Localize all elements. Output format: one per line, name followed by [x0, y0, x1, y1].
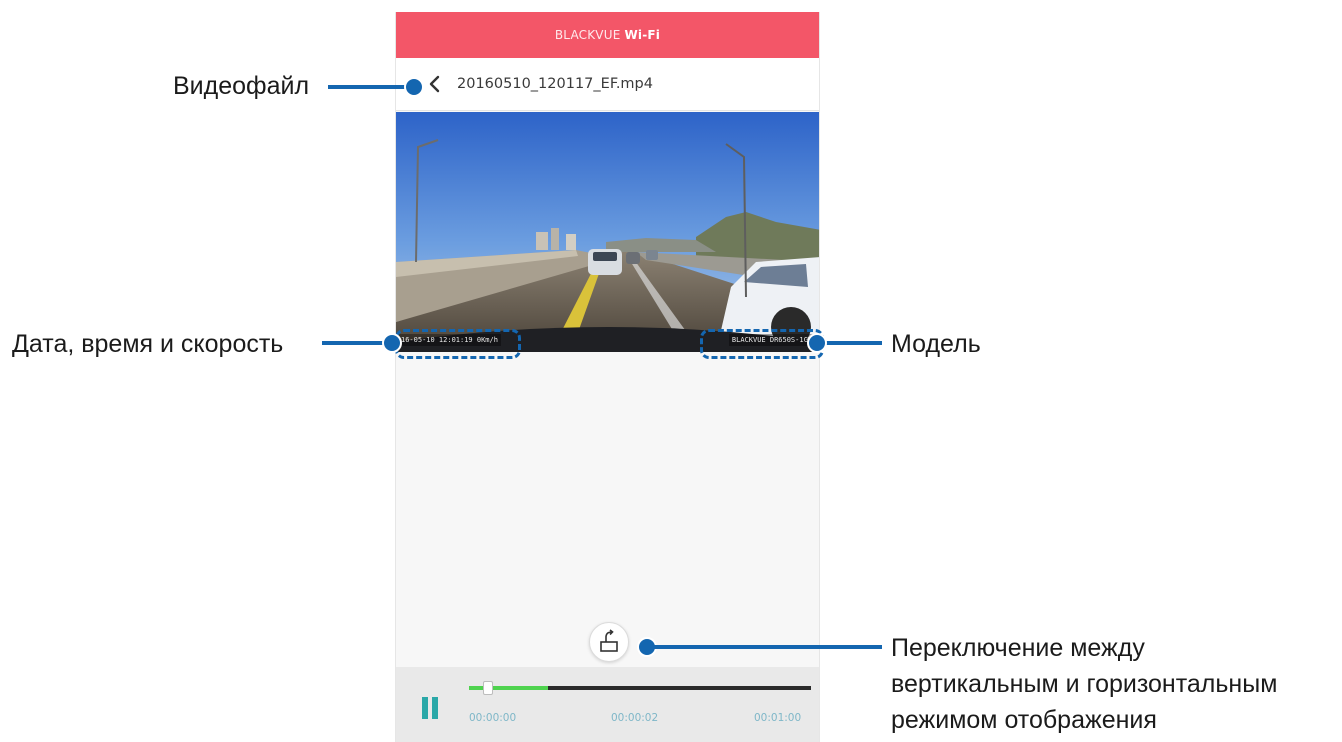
- callout-line-video-file: [328, 85, 414, 89]
- video-player[interactable]: 16-05-10 12:01:19 0Km/h BLACKVUE DR650S-…: [396, 112, 819, 352]
- highlight-box-date-time-speed: [395, 329, 521, 359]
- time-current: 00:00:02: [611, 712, 659, 724]
- callout-orientation-line3: режимом отображения: [891, 706, 1157, 734]
- video-filename: 20160510_120117_EF.mp4: [457, 76, 653, 92]
- playback-controls: 00:00:00 00:00:02 00:01:00: [396, 667, 819, 742]
- callout-dot-date-time-speed: [382, 333, 402, 353]
- seek-bar[interactable]: [469, 681, 811, 695]
- callout-line-model: [820, 341, 882, 345]
- time-end: 00:01:00: [754, 712, 802, 724]
- pause-icon: [422, 697, 428, 719]
- phone-screen: BLACKVUE Wi-Fi 20160510_120117_EF.mp4 16…: [395, 12, 820, 742]
- highlight-box-model: [700, 329, 824, 359]
- app-header: BLACKVUE Wi-Fi: [396, 12, 819, 58]
- seek-bar-thumb[interactable]: [482, 681, 493, 695]
- callout-dot-video-file: [404, 77, 424, 97]
- pause-button[interactable]: [422, 697, 442, 721]
- app-title-prefix: BLACKVUE: [554, 28, 621, 42]
- back-button[interactable]: [423, 73, 445, 95]
- screen-rotate-icon: [600, 629, 618, 652]
- callout-dot-model: [807, 333, 827, 353]
- time-start: 00:00:00: [469, 712, 517, 724]
- callout-video-file: Видеофайл: [173, 72, 310, 100]
- callout-orientation-line2: вертикальным и горизонтальным: [891, 670, 1278, 698]
- rotate-orientation-button[interactable]: [589, 622, 629, 662]
- file-header: 20160510_120117_EF.mp4: [396, 58, 819, 111]
- callout-orientation-line1: Переключение между: [891, 634, 1145, 662]
- app-title-suffix: Wi-Fi: [624, 28, 661, 42]
- callout-model: Модель: [891, 330, 981, 358]
- callout-line-orientation: [652, 645, 882, 649]
- seek-bar-progress: [469, 686, 548, 690]
- chevron-left-icon: [429, 75, 440, 93]
- callout-date-time-speed: Дата, время и скорость: [12, 330, 284, 358]
- dashcam-video-frame: [396, 112, 819, 352]
